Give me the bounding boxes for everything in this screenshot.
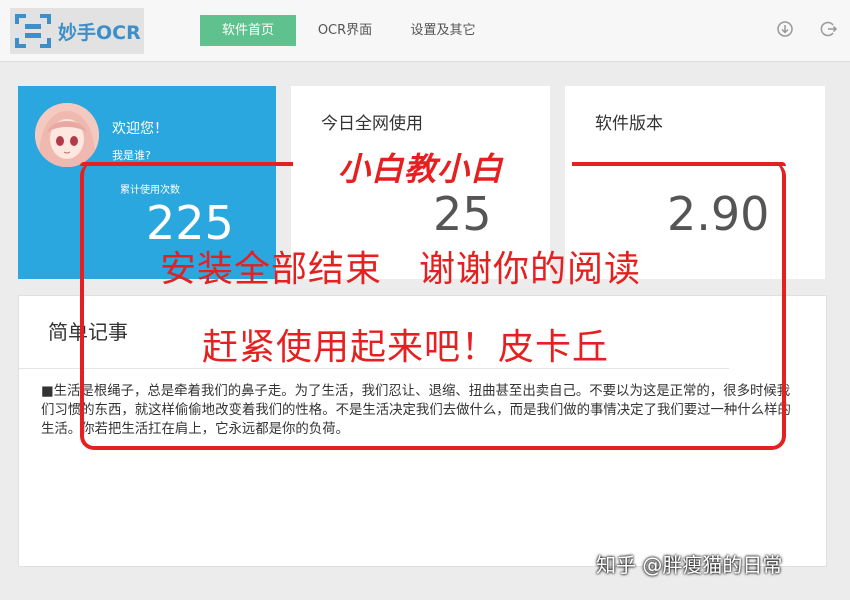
annotation-frame [80, 162, 786, 450]
download-icon[interactable] [776, 20, 794, 38]
annotation-frame-top-left [80, 162, 293, 166]
annotation-label: 小白教小白 [338, 150, 504, 188]
tab-ocr[interactable]: OCR界面 [303, 15, 387, 46]
avatar-image [35, 103, 99, 167]
annotation-line-2: 赶紧使用起来吧！皮卡丘 [202, 327, 610, 368]
watermark: 知乎 @胖瘦猫的日常 [596, 553, 783, 577]
welcome-text: 欢迎您！ [112, 121, 168, 137]
scan-icon [15, 14, 51, 48]
annotation-frame-top-right [572, 162, 786, 166]
today-usage-title: 今日全网使用 [321, 114, 423, 134]
tab-settings[interactable]: 设置及其它 [395, 15, 491, 46]
avatar[interactable] [35, 103, 99, 167]
who-am-i-link[interactable]: 我是谁? [112, 147, 151, 163]
top-bar: 妙手OCR 软件首页 OCR界面 设置及其它 [0, 0, 850, 62]
tab-home[interactable]: 软件首页 [200, 15, 296, 46]
logout-icon[interactable] [820, 20, 838, 38]
app-title: 妙手OCR [58, 22, 141, 44]
annotation-line-1: 安装全部结束 谢谢你的阅读 [160, 249, 642, 290]
app-logo: 妙手OCR [10, 8, 144, 54]
version-title: 软件版本 [595, 114, 663, 134]
